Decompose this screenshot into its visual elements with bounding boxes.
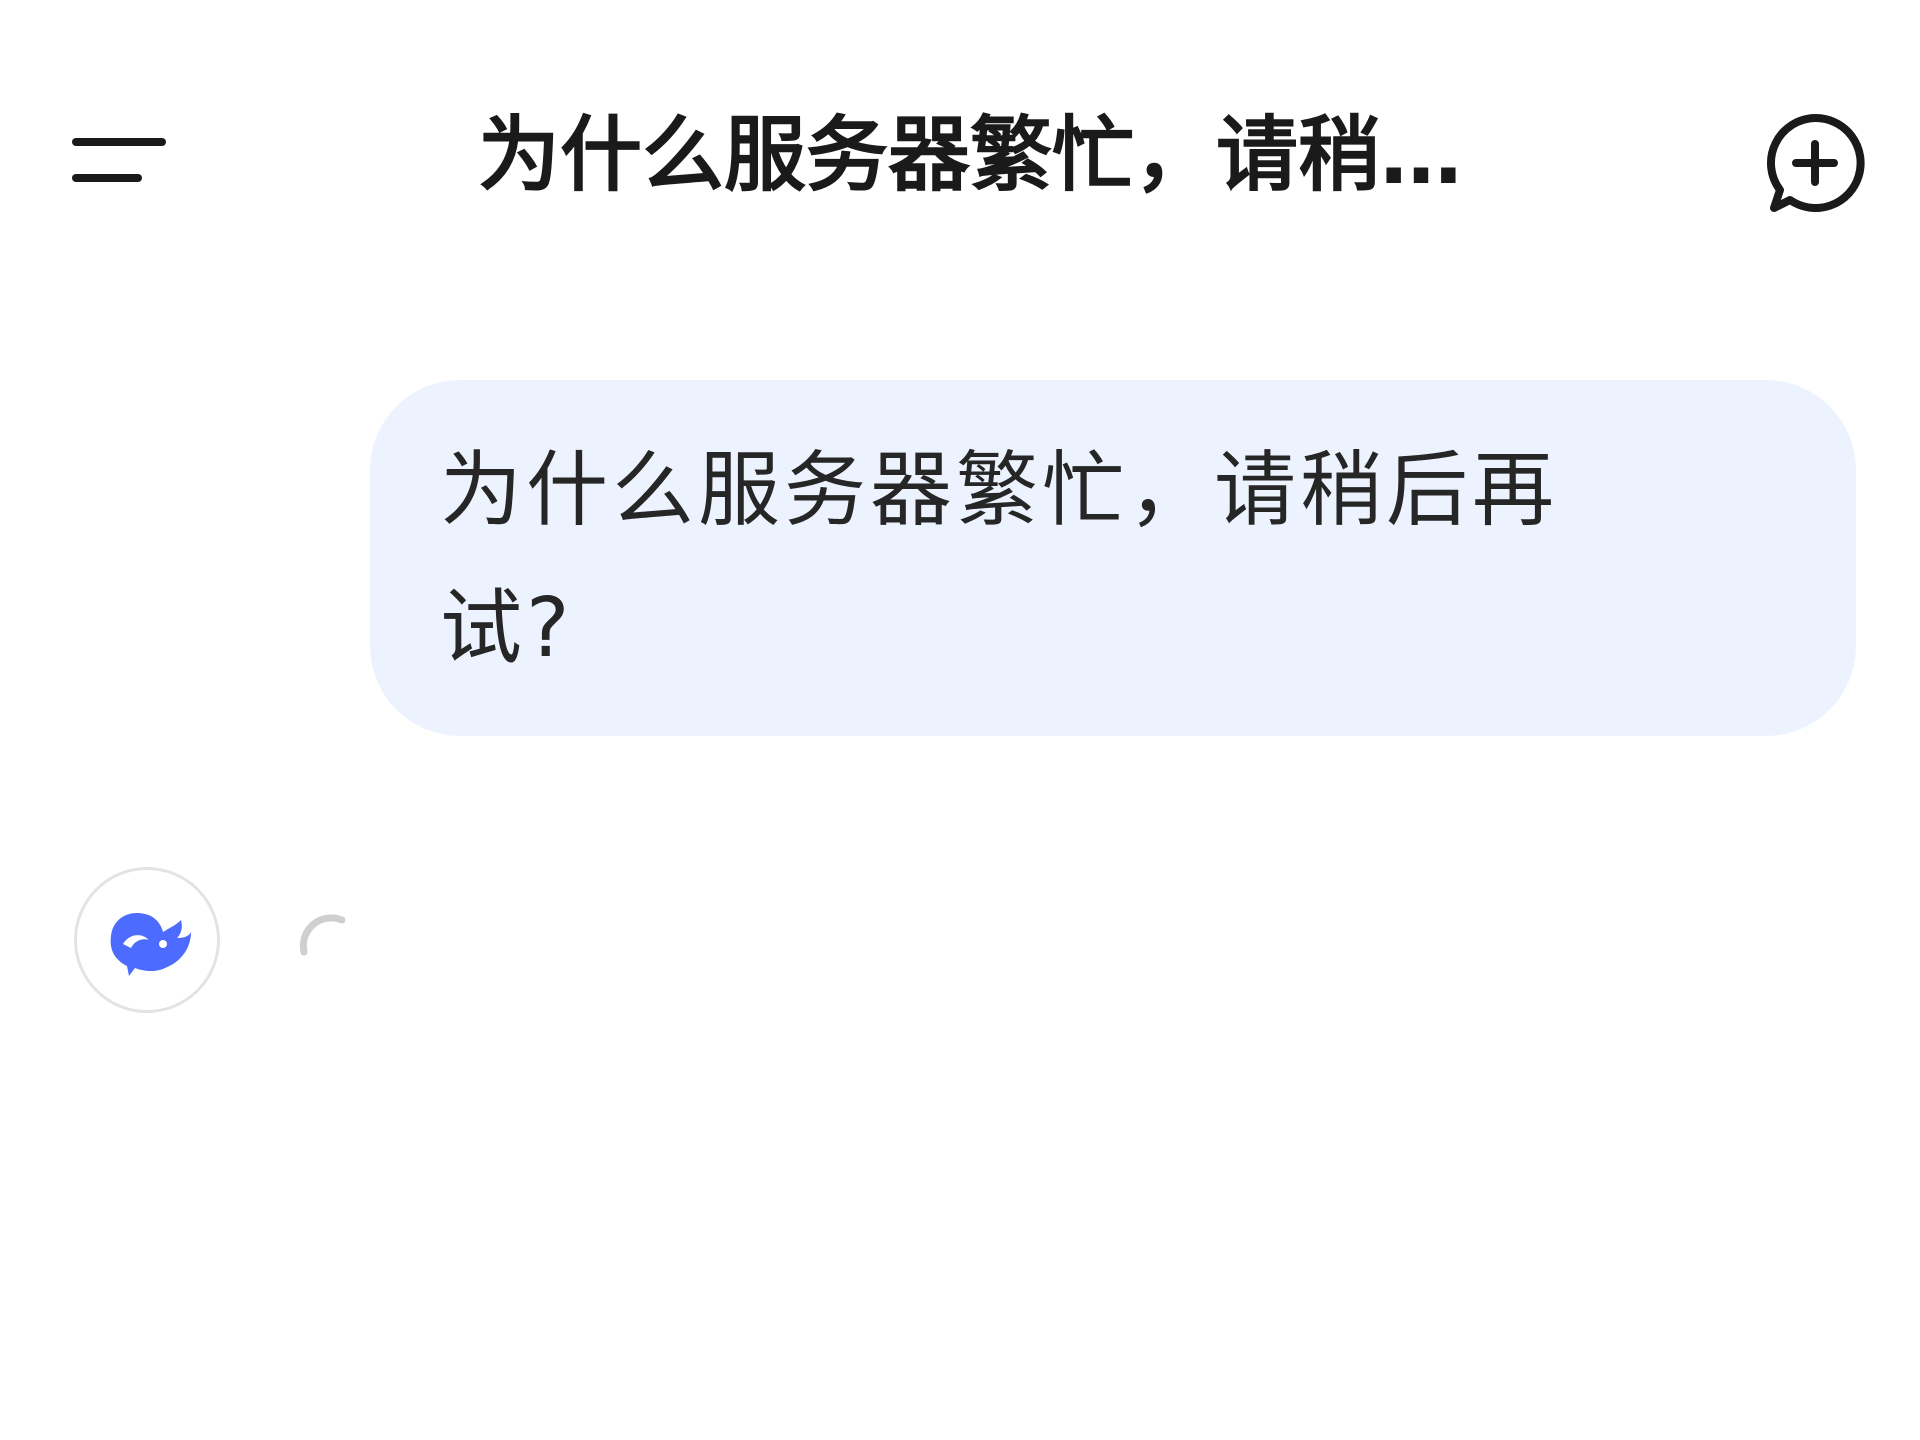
menu-icon <box>72 138 166 182</box>
new-chat-icon <box>1767 113 1865 212</box>
chat-app: 为什么服务器繁忙，请稍… 为什么服务器繁忙，请稍后再试? <box>0 0 1920 1440</box>
conversation-area: 为什么服务器繁忙，请稍后再试? <box>0 280 1920 1440</box>
conversation-title: 为什么服务器繁忙，请稍… <box>477 108 1462 203</box>
menu-button[interactable] <box>58 110 178 210</box>
user-message-bubble: 为什么服务器繁忙，请稍后再试? <box>370 380 1856 736</box>
top-bar: 为什么服务器繁忙，请稍… <box>0 0 1920 280</box>
assistant-avatar <box>74 867 220 1013</box>
whale-logo-icon <box>110 912 191 976</box>
loading-spinner-icon <box>299 914 346 956</box>
new-chat-button[interactable] <box>1760 108 1870 218</box>
